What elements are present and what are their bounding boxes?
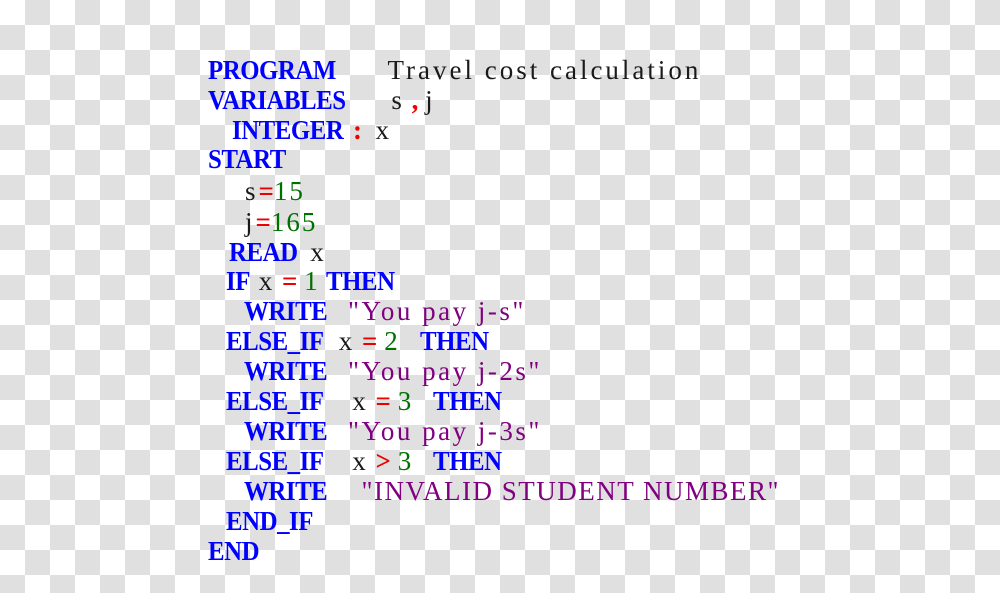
variable-x-declared: x [375,115,393,145]
colon-punctuation: : [353,115,363,145]
string-literal-invalid-student-number: "INVALID STUDENT NUMBER" [361,476,781,506]
keyword-end: END [208,536,260,566]
variable-s: s [391,85,405,115]
variable-j: j [425,85,436,115]
pseudocode-listing: PROGRAM Travel cost calculation VARIABLE… [0,0,1000,565]
code-line-17: END [181,511,264,592]
